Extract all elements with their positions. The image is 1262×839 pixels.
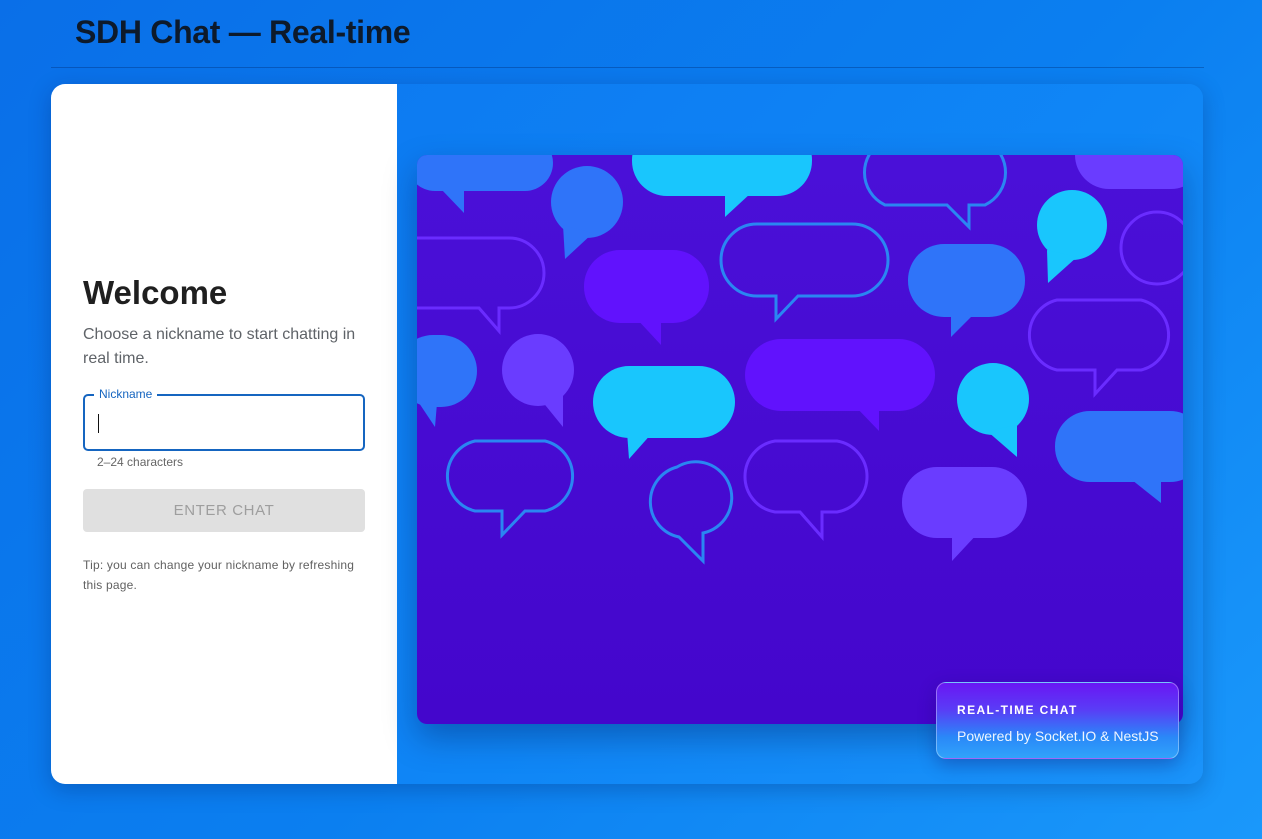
nickname-input[interactable] [97, 404, 352, 441]
badge-subtitle: Powered by Socket.IO & NestJS [957, 728, 1159, 744]
login-panel: Welcome Choose a nickname to start chatt… [51, 84, 397, 784]
app-header: SDH Chat — Real-time [51, 0, 1204, 68]
text-cursor [98, 414, 99, 433]
enter-chat-button[interactable]: ENTER CHAT [83, 489, 365, 532]
realtime-badge: REAL-TIME CHAT Powered by Socket.IO & Ne… [936, 682, 1179, 759]
chat-bubbles-illustration [417, 155, 1183, 724]
nickname-helper-text: 2–24 characters [97, 455, 184, 469]
welcome-heading: Welcome [83, 274, 228, 311]
badge-title: REAL-TIME CHAT [957, 703, 1078, 717]
nickname-field[interactable]: Nickname [83, 387, 365, 451]
login-card: Welcome Choose a nickname to start chatt… [51, 84, 1203, 784]
nickname-label: Nickname [94, 387, 158, 401]
tip-text: Tip: you can change your nickname by ref… [83, 558, 355, 592]
welcome-subtitle: Choose a nickname to start chatting in r… [83, 326, 356, 367]
app-title: SDH Chat — Real-time [75, 14, 411, 50]
